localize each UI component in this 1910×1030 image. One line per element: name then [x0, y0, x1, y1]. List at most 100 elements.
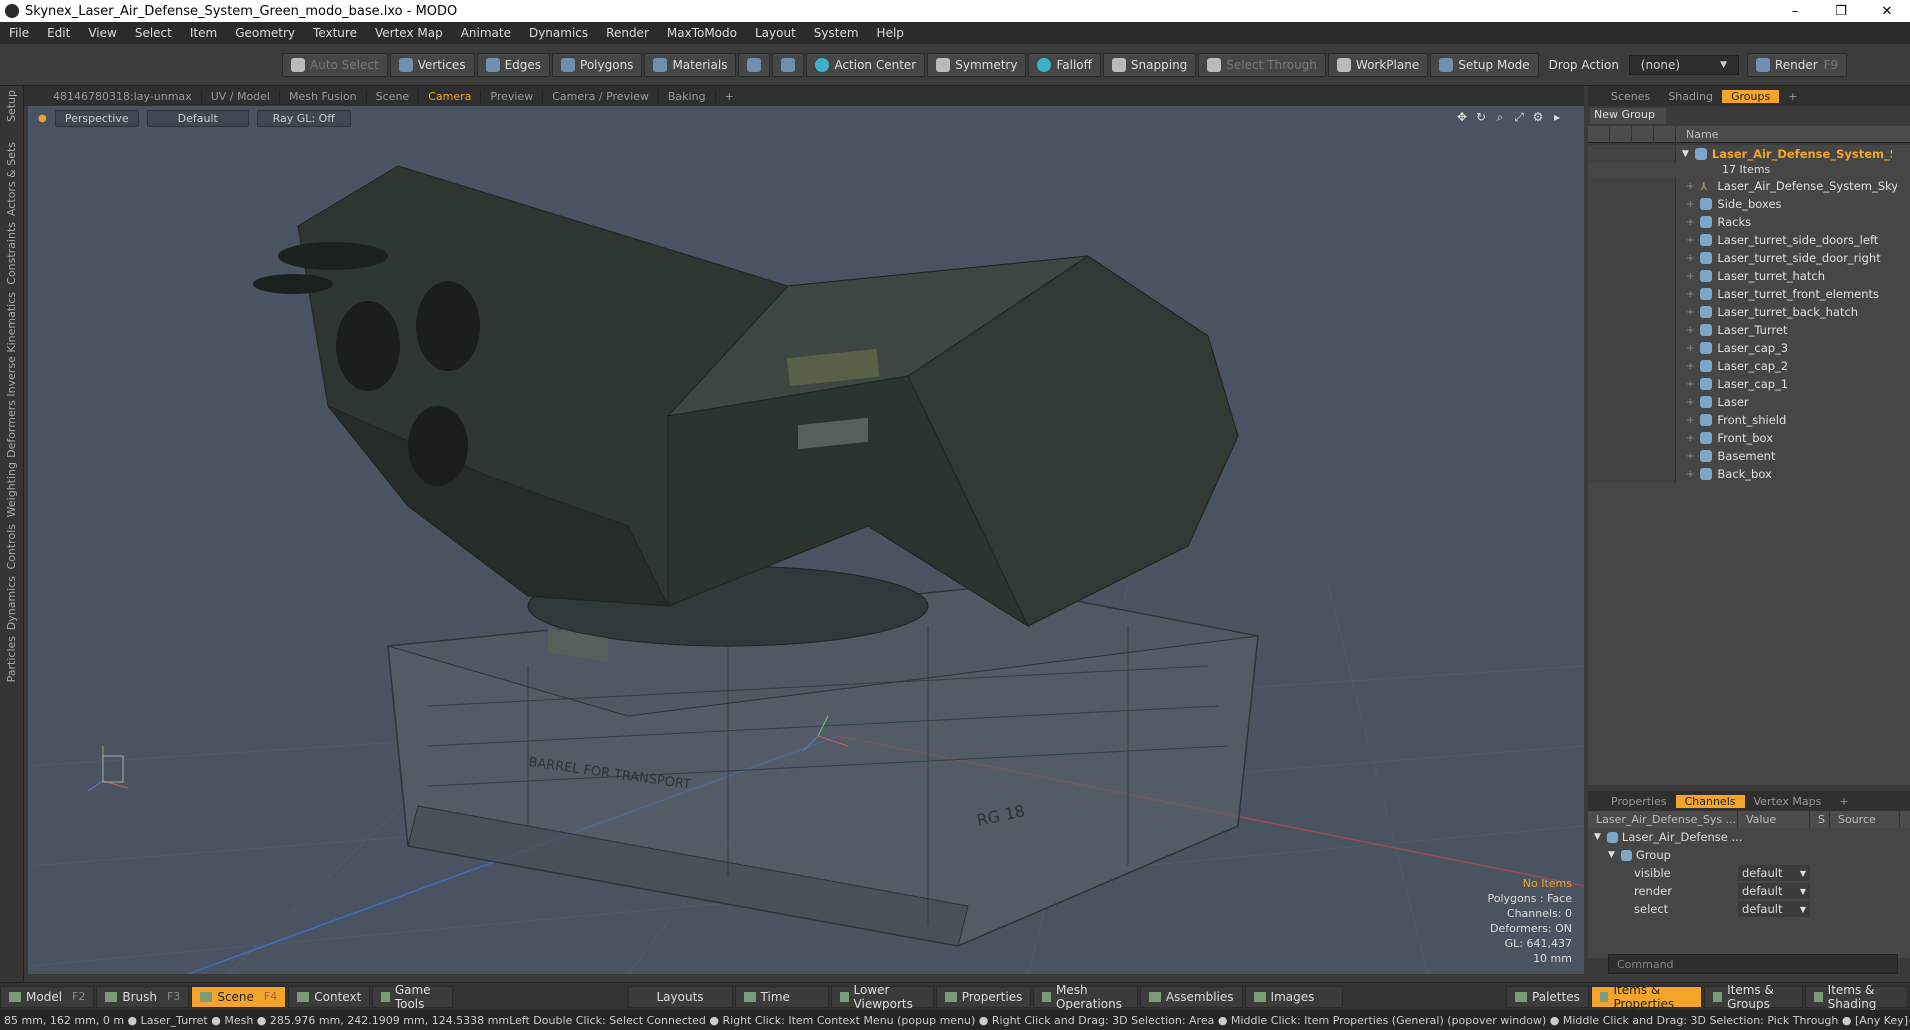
tab-controls[interactable]: Controls — [5, 524, 18, 570]
action-center-button[interactable]: Action Center — [806, 52, 926, 77]
layout-context-button[interactable]: Context — [288, 985, 371, 1008]
viewport-dot-icon[interactable]: ● — [38, 113, 47, 124]
minimize-button[interactable]: – — [1772, 4, 1818, 19]
channel-row[interactable]: render default ▼ — [1588, 882, 1910, 900]
row-toggles[interactable] — [1588, 213, 1676, 231]
items-properties-button[interactable]: Items & Properties — [1590, 983, 1703, 1011]
group-child-row[interactable]: + Laser_cap_1 — [1588, 375, 1910, 393]
expand-plus-icon[interactable]: + — [1686, 361, 1694, 372]
perspective-select[interactable]: Perspective — [54, 109, 139, 127]
expand-plus-icon[interactable]: + — [1686, 289, 1694, 300]
row-toggles[interactable] — [1588, 303, 1676, 321]
workplane-button[interactable]: WorkPlane — [1327, 52, 1429, 77]
time-button[interactable]: Time — [734, 985, 829, 1008]
drop-action-select[interactable]: (none) ▼ — [1628, 54, 1739, 75]
row-toggles[interactable] — [1588, 285, 1676, 303]
expand-plus-icon[interactable]: + — [1686, 217, 1694, 228]
falloff-button[interactable]: Falloff — [1028, 52, 1101, 77]
assemblies-button[interactable]: Assemblies — [1139, 985, 1243, 1008]
snapping-button[interactable]: Snapping — [1102, 52, 1197, 77]
tab-deformers[interactable]: Deformers — [5, 400, 18, 458]
group-child-row[interactable]: + Basement — [1588, 447, 1910, 465]
symmetry-button[interactable]: Symmetry — [927, 52, 1027, 77]
tab-weighting[interactable]: Weighting — [5, 462, 18, 517]
expand-arrow-icon[interactable]: ▼ — [1594, 832, 1601, 842]
tab-camera[interactable]: Camera — [419, 89, 482, 103]
menu-view[interactable]: View — [79, 26, 125, 40]
pan-icon[interactable]: ✥ — [1455, 110, 1469, 124]
images-button[interactable]: Images — [1244, 985, 1344, 1008]
tab-particles[interactable]: Particles — [5, 636, 18, 682]
tab-scene[interactable]: Scene — [367, 89, 420, 103]
edges-button[interactable]: Edges — [476, 52, 551, 77]
expand-plus-icon[interactable]: + — [1686, 433, 1694, 444]
mesh-operations-button[interactable]: Mesh Operations — [1033, 983, 1138, 1011]
play-arrow-icon[interactable]: ▸ — [1550, 110, 1564, 124]
group-child-row[interactable]: + Back_box — [1588, 465, 1910, 483]
menu-system[interactable]: System — [805, 26, 868, 40]
rotate-icon[interactable]: ↻ — [1474, 110, 1488, 124]
tab-groups[interactable]: Groups — [1721, 89, 1780, 103]
group-child-row[interactable]: + Laser_turret_side_door_right — [1588, 249, 1910, 267]
tab-properties[interactable]: Properties — [1602, 795, 1676, 808]
group-child-row[interactable]: + Front_shield — [1588, 411, 1910, 429]
expand-plus-icon[interactable]: + — [1686, 181, 1694, 192]
tab-baking[interactable]: Baking — [659, 89, 716, 103]
channel-value-select[interactable]: default ▼ — [1738, 865, 1810, 881]
group-child-row[interactable]: + Laser_cap_3 — [1588, 339, 1910, 357]
expand-plus-icon[interactable]: + — [1686, 379, 1694, 390]
lower-viewports-button[interactable]: Lower Viewports — [830, 983, 934, 1011]
menu-geometry[interactable]: Geometry — [226, 26, 304, 40]
expand-plus-icon[interactable]: + — [1686, 199, 1694, 210]
tab-actors-sets[interactable]: Actors & Sets — [5, 142, 18, 216]
shading-select[interactable]: Default — [146, 109, 249, 127]
menu-layout[interactable]: Layout — [746, 26, 805, 40]
row-toggles[interactable] — [1588, 231, 1676, 249]
group-row[interactable]: ▼ Laser_Air_Defense_System_S... — [1588, 145, 1910, 163]
tab-camera-preview[interactable]: Camera / Preview — [543, 89, 659, 103]
add-properties-tab-button[interactable]: + — [1830, 795, 1857, 808]
row-toggles[interactable] — [1588, 447, 1676, 465]
properties-button[interactable]: Properties — [935, 985, 1032, 1008]
select-through-button[interactable]: Select Through — [1198, 52, 1326, 77]
expand-plus-icon[interactable]: + — [1686, 415, 1694, 426]
command-input[interactable]: Command — [1608, 954, 1898, 974]
tab-mesh-fusion[interactable]: Mesh Fusion — [280, 89, 367, 103]
menu-select[interactable]: Select — [126, 26, 181, 40]
expand-arrow-icon[interactable]: ▼ — [1608, 850, 1615, 860]
items-groups-button[interactable]: Items & Groups — [1704, 983, 1804, 1011]
new-group-button[interactable]: New Group — [1590, 108, 1666, 124]
tab-preview[interactable]: Preview — [481, 89, 544, 103]
raygl-toggle[interactable]: Ray GL: Off — [256, 109, 351, 127]
row-toggles[interactable] — [1588, 465, 1676, 483]
fit-icon[interactable]: ⤢ — [1512, 110, 1526, 124]
expand-plus-icon[interactable]: + — [1686, 343, 1694, 354]
palettes-button[interactable]: Palettes — [1506, 985, 1589, 1008]
row-toggles[interactable] — [1588, 375, 1676, 393]
vertices-button[interactable]: Vertices — [389, 52, 475, 77]
row-toggles[interactable] — [1588, 429, 1676, 447]
menu-item[interactable]: Item — [181, 26, 226, 40]
group-child-row[interactable]: + Side_boxes — [1588, 195, 1910, 213]
group-child-row[interactable]: + Laser_turret_front_elements — [1588, 285, 1910, 303]
render-button[interactable]: Render F9 — [1746, 52, 1848, 77]
group-child-row[interactable]: + Front_box — [1588, 429, 1910, 447]
tab-uv-model[interactable]: UV / Model — [202, 89, 280, 103]
tab-layout-unmax[interactable]: 48146780318:lay-unmax — [44, 89, 202, 103]
expand-plus-icon[interactable]: + — [1686, 253, 1694, 264]
tab-constraints[interactable]: Constraints — [5, 222, 18, 285]
settings-gear-icon[interactable]: ⚙ — [1531, 110, 1545, 124]
channel-value-select[interactable]: default ▼ — [1738, 901, 1810, 917]
group-child-row[interactable]: + Laser — [1588, 393, 1910, 411]
setup-mode-button[interactable]: Setup Mode — [1430, 52, 1539, 77]
menu-animate[interactable]: Animate — [452, 26, 520, 40]
expand-plus-icon[interactable]: + — [1686, 307, 1694, 318]
group-child-row[interactable]: + Laser_cap_2 — [1588, 357, 1910, 375]
3d-viewport[interactable]: BARREL FOR TRANSPORT RG 18 ● Perspective… — [28, 106, 1584, 974]
group-child-row[interactable]: + ⅄ Laser_Air_Defense_System_Skyn... — [1588, 177, 1910, 195]
row-toggles[interactable] — [1588, 339, 1676, 357]
layouts-button[interactable]: Layouts — [627, 985, 733, 1008]
item-mode-button[interactable] — [738, 52, 771, 77]
group-child-row[interactable]: + Laser_Turret — [1588, 321, 1910, 339]
close-button[interactable]: ✕ — [1864, 4, 1910, 19]
